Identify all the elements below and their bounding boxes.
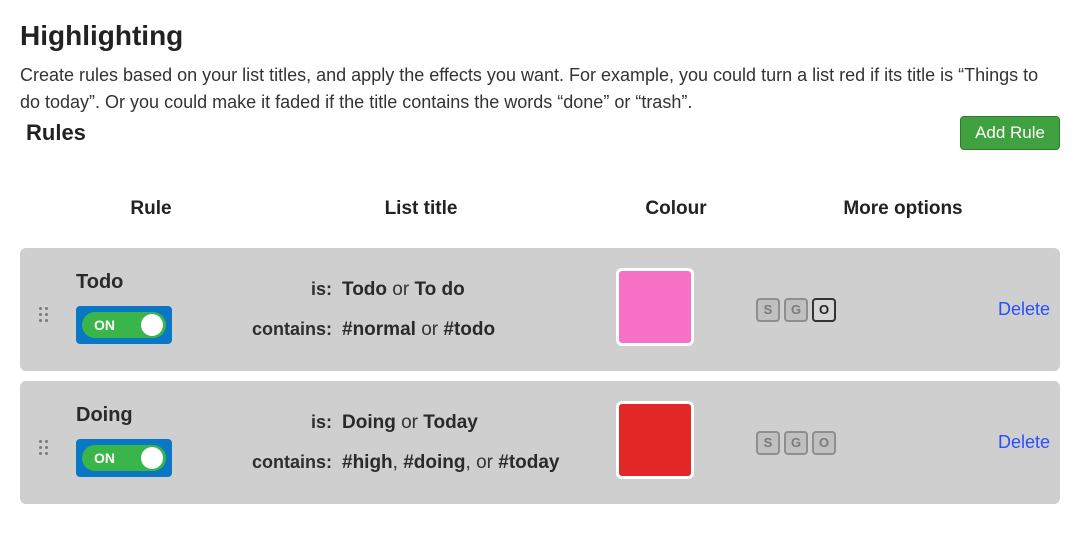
toggle-on-label: ON: [94, 450, 115, 466]
delete-rule-link[interactable]: Delete: [998, 432, 1050, 453]
rule-enabled-toggle[interactable]: ON: [76, 439, 172, 477]
toggle-knob: [141, 447, 163, 469]
rule-name: Todo: [76, 271, 226, 294]
toggle-on-label: ON: [94, 317, 115, 333]
cond-is-label: is:: [246, 279, 338, 300]
option-chip-s[interactable]: S: [756, 298, 780, 322]
cond-is-value: Doing or Today: [338, 412, 596, 434]
rule-row: Doing ON is:Doing or Todaycontains:#high, …: [20, 381, 1060, 504]
cond-contains-value: #normal or #todo: [338, 319, 596, 341]
colour-swatch[interactable]: [616, 268, 694, 346]
rules-table: Rule List title Colour More options Todo…: [20, 180, 1060, 514]
cond-contains-label: contains:: [246, 452, 338, 473]
col-more-options: More options: [746, 190, 1060, 238]
option-chip-o[interactable]: O: [812, 298, 836, 322]
col-colour: Colour: [606, 190, 746, 238]
drag-handle-icon[interactable]: [39, 307, 48, 322]
colour-swatch[interactable]: [616, 401, 694, 479]
option-chip-g[interactable]: G: [784, 431, 808, 455]
rule-name: Doing: [76, 404, 226, 427]
col-list-title: List title: [236, 190, 606, 238]
option-chip-g[interactable]: G: [784, 298, 808, 322]
rule-row: Todo ON is:Todo or To docontains:#normal o…: [20, 248, 1060, 371]
cond-contains-value: #high, #doing, or #today: [338, 452, 596, 474]
delete-rule-link[interactable]: Delete: [998, 299, 1050, 320]
page-title: Highlighting: [20, 20, 1060, 52]
drag-handle-icon[interactable]: [39, 440, 48, 455]
col-rule: Rule: [66, 190, 236, 238]
cond-contains-label: contains:: [246, 319, 338, 340]
cond-is-value: Todo or To do: [338, 279, 596, 301]
toggle-knob: [141, 314, 163, 336]
option-chip-s[interactable]: S: [756, 431, 780, 455]
add-rule-button[interactable]: Add Rule: [960, 116, 1060, 150]
cond-is-label: is:: [246, 412, 338, 433]
page-description: Create rules based on your list titles, …: [20, 62, 1060, 116]
rules-heading: Rules: [26, 120, 86, 146]
rule-enabled-toggle[interactable]: ON: [76, 306, 172, 344]
option-chip-o[interactable]: O: [812, 431, 836, 455]
